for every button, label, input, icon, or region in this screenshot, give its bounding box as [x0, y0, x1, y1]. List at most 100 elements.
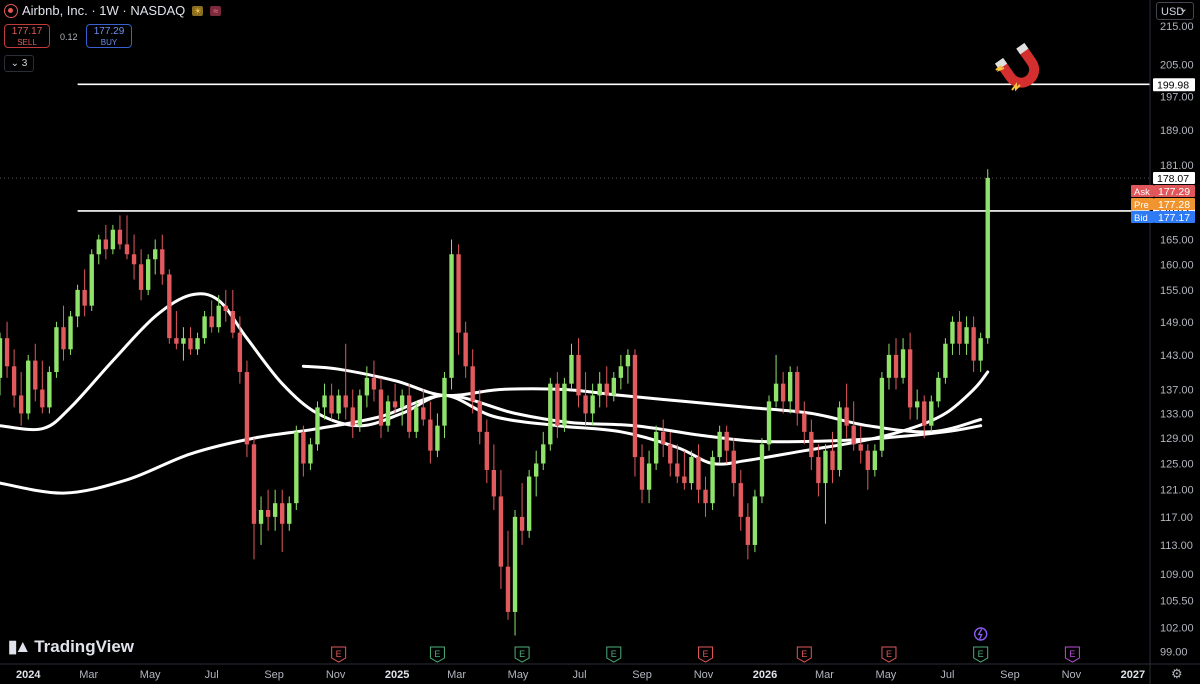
candle-body — [75, 289, 80, 317]
buy-price: 177.29 — [93, 26, 125, 37]
candle-body — [237, 332, 243, 373]
candle-body — [914, 401, 920, 408]
price-tick-label: 133.00 — [1160, 408, 1194, 420]
earnings-letter: E — [978, 649, 984, 659]
candle-body — [809, 431, 814, 458]
candle-body — [110, 229, 116, 250]
price-tick-label: 205.00 — [1160, 59, 1194, 71]
buy-button[interactable]: 177.29 BUY — [86, 24, 132, 48]
sell-button[interactable]: 177.17 SELL — [4, 24, 50, 48]
candle-body — [717, 431, 722, 458]
time-tick-label: Jul — [573, 669, 587, 681]
earnings-events: EEEEEEEEE — [331, 627, 1080, 663]
earnings-letter: E — [611, 649, 617, 659]
candle-body — [329, 395, 334, 414]
airbnb-logo-icon — [4, 3, 18, 18]
candle-body — [47, 372, 52, 408]
candle-body — [978, 338, 983, 361]
earnings-event-icon[interactable]: E — [1064, 646, 1080, 663]
candle-body — [280, 503, 285, 524]
price-tick-label: 113.00 — [1160, 540, 1193, 552]
candle-body — [188, 338, 193, 350]
time-tick-label: Jul — [205, 669, 219, 681]
candle-body — [202, 316, 207, 339]
candle-body — [428, 419, 433, 451]
price-chart[interactable]: 215.00 205.00 197.00 189.00 181.00 165.00 160.… — [0, 0, 1200, 684]
lightning-bolt — [977, 628, 983, 640]
price-tick-label: 129.00 — [1160, 433, 1194, 445]
gear-icon[interactable]: ⚙ — [1171, 667, 1185, 681]
earnings-event-icon[interactable]: E — [881, 646, 897, 663]
candle-body — [534, 463, 539, 477]
candle-body — [145, 259, 151, 290]
price-tick-label: 197.00 — [1160, 91, 1194, 103]
earnings-event-icon[interactable]: E — [331, 646, 347, 663]
candle-body — [117, 229, 123, 245]
candle-body — [68, 316, 73, 350]
candle-body — [11, 366, 17, 396]
candle-body — [795, 372, 800, 414]
candle-body — [682, 476, 687, 484]
candle-body — [399, 395, 405, 408]
candle-body — [957, 321, 962, 344]
candle-body — [865, 450, 870, 470]
candle-body — [357, 395, 363, 426]
earnings-letter: E — [801, 649, 807, 659]
earnings-event-icon[interactable]: E — [698, 646, 714, 663]
time-axis: 2024 Mar May Jul Sep Nov 2025 Mar May Jul Sep Nov 20… — [0, 663, 1200, 681]
candle-body — [886, 354, 892, 378]
indicators-toggle[interactable]: ⌄ 3 — [4, 55, 34, 72]
candle-body — [618, 366, 624, 378]
earnings-event-icon[interactable]: E — [796, 646, 812, 663]
price-tick-label: 105.50 — [1160, 595, 1194, 607]
candle-body — [498, 496, 504, 567]
candle-body — [555, 383, 560, 426]
time-tick-label: Sep — [632, 669, 652, 681]
candle-body — [738, 483, 743, 517]
earnings-letter: E — [886, 649, 892, 659]
candle-body — [724, 431, 729, 451]
candle-body — [131, 254, 137, 265]
time-tick-label: Mar — [447, 669, 466, 681]
candle-body — [251, 444, 257, 524]
candle-body — [639, 457, 645, 490]
price-tick-label: 109.00 — [1160, 569, 1194, 581]
time-tick-label: Nov — [1062, 669, 1082, 681]
currency-select[interactable]: USD — [1156, 0, 1194, 20]
earnings-event-icon[interactable]: E — [606, 646, 622, 663]
candle-body — [287, 503, 292, 524]
earnings-event-icon[interactable]: E — [973, 646, 989, 663]
candle-body — [780, 383, 786, 402]
candle-body — [96, 239, 101, 255]
candle-body — [174, 338, 179, 344]
time-tick-label: May — [876, 669, 897, 681]
candle-body — [710, 457, 715, 504]
candle-body — [900, 349, 906, 378]
candle-body — [138, 264, 144, 290]
earnings-letter: E — [434, 649, 440, 659]
candle-body — [0, 338, 3, 378]
candle-body — [308, 444, 313, 464]
symbol-header[interactable]: Airbnb, Inc. · 1W · NASDAQ ☀ ≈ — [4, 3, 222, 18]
candle-body — [752, 496, 758, 545]
time-tick-label: May — [140, 669, 161, 681]
candle-body — [223, 305, 228, 312]
candle-body — [82, 289, 87, 306]
candle-body — [625, 354, 631, 367]
candle-body — [392, 401, 398, 408]
tradingview-logo[interactable]: ▮▲ TradingView — [8, 637, 134, 657]
time-tick-label: Sep — [1000, 669, 1020, 681]
time-tick-label: Sep — [264, 669, 284, 681]
time-tick-label: 2024 — [16, 669, 41, 681]
candle-body — [414, 407, 419, 432]
candle-body — [209, 316, 214, 328]
candle-body — [315, 407, 320, 445]
candle-body — [40, 389, 45, 408]
candle-body — [272, 503, 278, 517]
earnings-event-icon[interactable]: E — [429, 646, 445, 663]
earnings-event-icon[interactable]: E — [514, 646, 530, 663]
candle-body — [731, 450, 736, 484]
price-tick-label: 215.00 — [1160, 21, 1194, 33]
candle-body — [378, 389, 384, 426]
candle-body — [950, 321, 955, 344]
